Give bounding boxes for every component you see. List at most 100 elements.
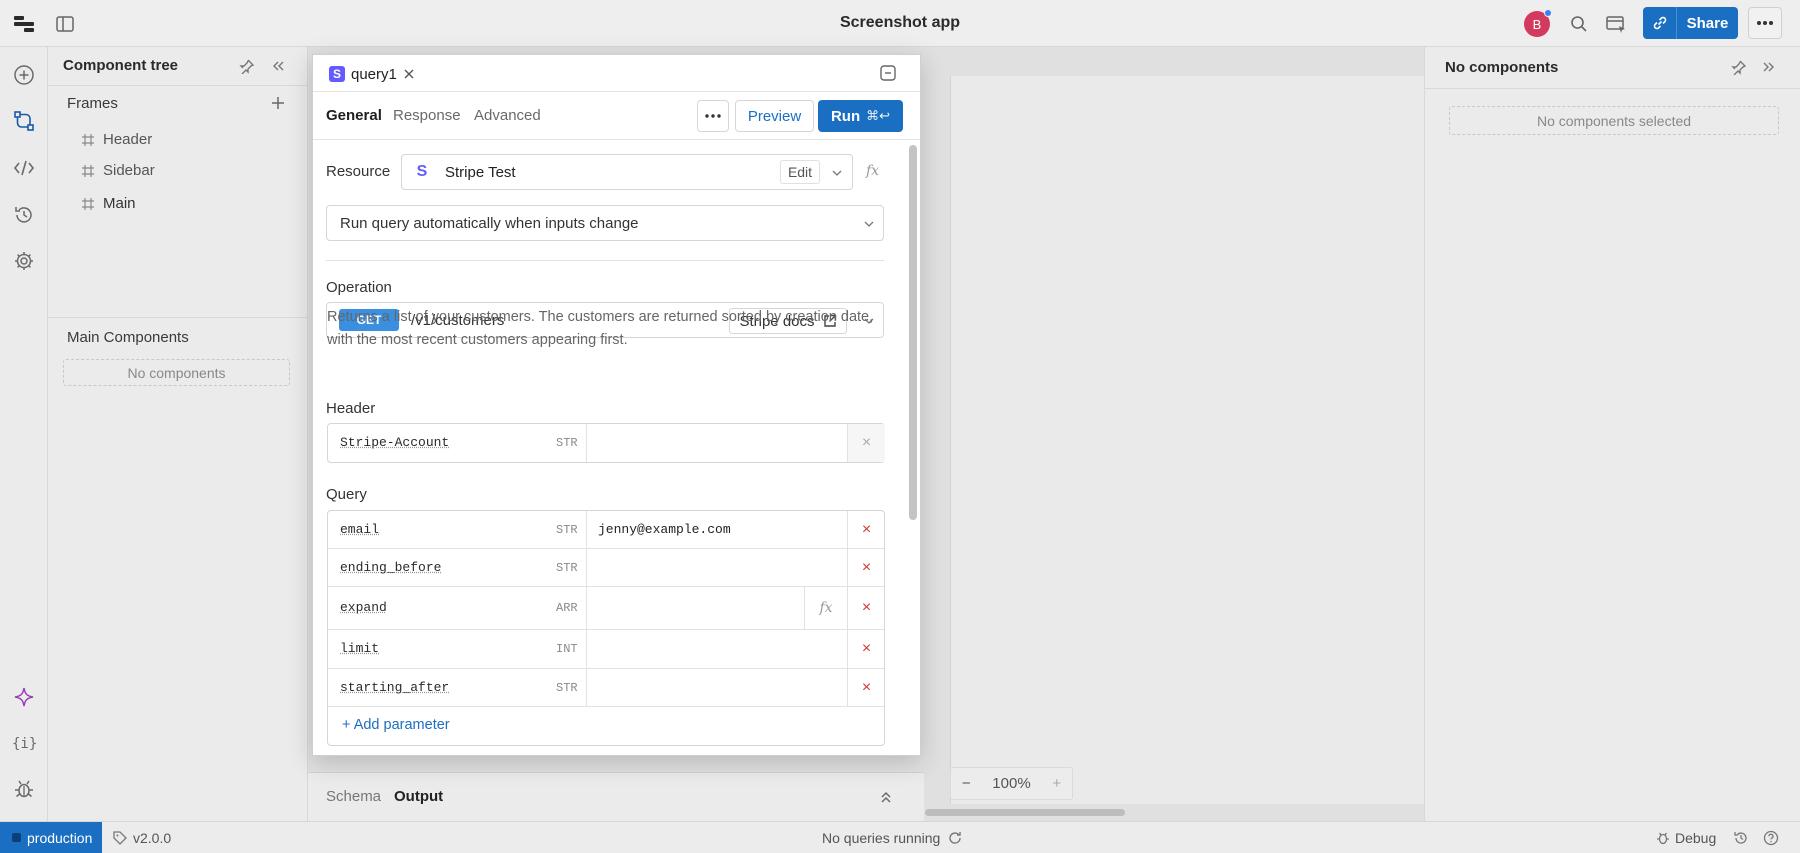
param-value-input[interactable] (586, 669, 848, 706)
header-params-table: Stripe-Account STR × (327, 423, 885, 463)
help-icon[interactable] (1762, 829, 1780, 847)
dialog-vertical-scrollbar[interactable] (909, 145, 917, 520)
header-label: Header (326, 400, 375, 417)
inspector-panel: No components No components selected (1424, 47, 1800, 821)
operation-description: Returns a list of your customers. The cu… (327, 306, 887, 352)
param-key[interactable]: Stripe-Account (340, 435, 449, 450)
main-components-label: Main Components (67, 329, 189, 346)
pin-icon[interactable] (1729, 57, 1749, 77)
param-key[interactable]: starting_after (340, 680, 449, 695)
pin-icon[interactable] (237, 56, 257, 76)
retool-logo-icon[interactable] (12, 12, 36, 36)
param-key[interactable]: ending_before (340, 560, 441, 575)
param-value: jenny@example.com (598, 522, 731, 537)
tab-advanced[interactable]: Advanced (474, 107, 541, 124)
toggle-sidebar-icon[interactable] (53, 12, 77, 36)
component-tree-icon[interactable] (12, 109, 36, 133)
tab-output[interactable]: Output (394, 788, 443, 805)
share-button[interactable]: Share (1676, 7, 1738, 39)
more-options-button[interactable] (1748, 7, 1782, 39)
add-parameter-link[interactable]: + Add parameter (342, 717, 450, 733)
param-value-input[interactable] (586, 630, 848, 668)
param-key[interactable]: limit (340, 641, 379, 656)
history-icon[interactable] (12, 203, 36, 227)
param-type: STR (556, 561, 578, 575)
link-icon (1651, 14, 1669, 32)
param-value-input[interactable] (586, 587, 804, 629)
search-icon[interactable] (1567, 12, 1591, 36)
param-key[interactable]: expand (340, 600, 387, 615)
run-trigger-select[interactable]: Run query automatically when inputs chan… (326, 205, 884, 241)
queries-status: No queries running (822, 830, 962, 846)
zoom-out-button[interactable]: − (962, 775, 971, 792)
bug-icon (1656, 831, 1670, 845)
main-components-empty: No components (63, 359, 290, 386)
chevron-down-icon (830, 166, 844, 180)
edit-resource-button[interactable]: Edit (780, 160, 820, 184)
divider (326, 260, 884, 261)
run-button[interactable]: Run ⌘↩ (818, 100, 903, 132)
stripe-logo-icon: S (329, 66, 345, 82)
expand-panel-icon[interactable] (878, 789, 894, 805)
fx-toggle-icon[interactable]: fx (804, 587, 847, 629)
param-value-input[interactable] (586, 424, 848, 462)
query-label: Query (326, 486, 367, 503)
ellipsis-icon (1756, 20, 1774, 26)
notification-dot (1544, 9, 1552, 17)
collapse-panel-icon[interactable] (268, 56, 288, 76)
debug-button[interactable]: Debug (1656, 830, 1716, 846)
param-key[interactable]: email (340, 522, 379, 537)
param-value-input[interactable] (586, 549, 848, 586)
zoom-in-button[interactable]: + (1052, 775, 1061, 792)
remove-param-button[interactable]: × (847, 511, 885, 548)
code-icon[interactable] (12, 156, 36, 180)
ai-assist-sparkle-icon[interactable] (12, 685, 36, 709)
ellipsis-icon (705, 114, 721, 118)
canvas-horizontal-scrollbar[interactable] (925, 809, 1125, 816)
table-row: limit INT × (328, 630, 884, 669)
close-icon[interactable] (403, 68, 415, 80)
table-row: email STR jenny@example.com × (328, 511, 884, 549)
add-frame-plus-icon[interactable] (268, 93, 288, 113)
frame-hash-icon (81, 133, 95, 147)
add-component-icon[interactable] (12, 63, 36, 87)
divider (48, 317, 308, 318)
state-variables-icon[interactable]: {i} (12, 731, 36, 755)
environment-badge[interactable]: production (0, 822, 102, 853)
remove-param-button[interactable]: × (847, 424, 885, 462)
settings-gear-icon[interactable] (12, 249, 36, 273)
frame-item-main[interactable]: Main (81, 195, 136, 212)
frame-item-header[interactable]: Header (81, 131, 152, 148)
avatar[interactable]: B (1524, 11, 1550, 37)
collapse-panel-icon[interactable] (1759, 57, 1779, 77)
preview-app-icon[interactable] (1604, 12, 1628, 36)
debug-bug-icon[interactable] (12, 777, 36, 801)
tab-response[interactable]: Response (393, 107, 461, 124)
component-tree-panel: Component tree Frames Header Sidebar Mai… (48, 47, 308, 821)
history-icon[interactable] (1732, 829, 1750, 847)
table-row: starting_after STR × (328, 669, 884, 707)
chevron-down-icon (862, 217, 876, 231)
query-editor-dialog: S query1 General Response Advanced Previ… (312, 54, 921, 756)
remove-param-button[interactable]: × (847, 587, 885, 629)
param-type: ARR (556, 601, 578, 615)
version-label[interactable]: v2.0.0 (113, 830, 171, 846)
fx-toggle-icon[interactable]: fx (866, 163, 879, 179)
remove-param-button[interactable]: × (847, 630, 885, 668)
tab-schema[interactable]: Schema (326, 788, 381, 805)
frames-section-label: Frames (67, 95, 118, 112)
query-tab[interactable]: S query1 (329, 61, 415, 87)
copy-link-button[interactable] (1643, 7, 1676, 39)
tab-general[interactable]: General (326, 107, 382, 124)
left-icon-rail: {i} (0, 47, 48, 821)
preview-button[interactable]: Preview (735, 100, 814, 132)
frame-item-sidebar[interactable]: Sidebar (81, 162, 155, 179)
remove-param-button[interactable]: × (847, 549, 885, 586)
zoom-level[interactable]: 100% (992, 775, 1030, 792)
app-frame-canvas[interactable] (950, 76, 1424, 804)
minimize-icon[interactable] (877, 62, 899, 84)
query-more-button[interactable] (697, 100, 729, 132)
frame-hash-icon (81, 164, 95, 178)
resource-select[interactable]: S Stripe Test Edit (401, 154, 853, 190)
remove-param-button[interactable]: × (847, 669, 885, 706)
